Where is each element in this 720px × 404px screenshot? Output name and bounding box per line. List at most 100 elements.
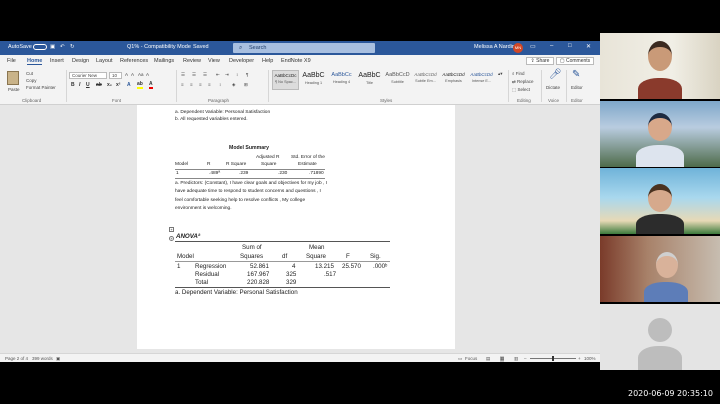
grow-font-icon[interactable]: A <box>125 72 128 77</box>
autosave-toggle[interactable] <box>31 44 47 50</box>
shrink-font-icon[interactable]: A <box>131 72 134 77</box>
undo-icon[interactable]: ↶ <box>60 44 65 50</box>
participant-video[interactable] <box>600 236 720 302</box>
style-intense-emphasis[interactable]: AaBbCcDd Intense E... <box>468 70 495 90</box>
show-marks-icon[interactable]: ¶ <box>246 72 248 77</box>
italic-button[interactable]: I <box>79 82 80 88</box>
redo-icon[interactable]: ↻ <box>70 44 75 50</box>
document-page[interactable]: a. Dependent Variable: Personal Satisfac… <box>137 105 455 349</box>
increase-indent-icon[interactable]: ⇥ <box>225 72 229 78</box>
align-left-icon[interactable]: ≡ <box>181 82 184 87</box>
document-area[interactable]: a. Dependent Variable: Personal Satisfac… <box>0 105 600 353</box>
replace-button[interactable]: ⇄ Replace <box>512 79 534 85</box>
table-add-row-icon[interactable]: + <box>169 236 174 241</box>
bold-button[interactable]: B <box>71 82 75 88</box>
style-subtle-emphasis[interactable]: AaBbCcDd Subtle Em... <box>412 70 439 90</box>
proofing-icon[interactable]: ▣ <box>56 356 60 362</box>
multilevel-icon[interactable]: ☰ <box>203 72 207 78</box>
select-button[interactable]: ⬚ Select <box>512 87 530 93</box>
text-effects-icon[interactable]: A <box>127 82 131 88</box>
subscript-button[interactable]: x₂ <box>107 82 112 88</box>
close-icon[interactable]: ✕ <box>586 43 591 50</box>
justify-icon[interactable]: ≡ <box>208 82 211 87</box>
borders-icon[interactable]: ⊞ <box>244 82 248 88</box>
tab-insert[interactable]: Insert <box>50 58 64 64</box>
focus-icon[interactable]: ▭ <box>458 356 462 362</box>
tab-design[interactable]: Design <box>72 58 89 64</box>
decrease-indent-icon[interactable]: ⇤ <box>216 72 220 78</box>
replace-label: Replace <box>517 79 534 84</box>
paste-label[interactable]: Paste <box>8 87 20 92</box>
tab-file[interactable]: File <box>7 58 16 64</box>
print-layout-icon[interactable]: ▦ <box>500 356 505 362</box>
clear-format-icon[interactable]: A <box>146 72 149 77</box>
tab-help[interactable]: Help <box>262 58 273 64</box>
dictate-button[interactable]: Dictate <box>546 85 560 90</box>
numbering-icon[interactable]: ☰ <box>192 72 196 78</box>
change-case-icon[interactable]: Aa <box>138 72 144 77</box>
line-spacing-icon[interactable]: ↕ <box>219 82 221 87</box>
participant-placeholder[interactable] <box>600 304 720 370</box>
shading-icon[interactable]: ◈ <box>232 82 235 88</box>
share-label: Share <box>536 58 550 64</box>
focus-button[interactable]: Focus <box>465 356 477 361</box>
tab-layout[interactable]: Layout <box>96 58 113 64</box>
zoom-slider-thumb[interactable] <box>552 356 554 361</box>
editor-icon[interactable]: ✎ <box>572 69 580 80</box>
align-right-icon[interactable]: ≡ <box>199 82 202 87</box>
style-heading-1[interactable]: AaBbC Heading 1 <box>300 70 327 90</box>
highlight-icon[interactable]: ab <box>137 82 143 89</box>
font-color-icon[interactable]: A <box>149 82 153 89</box>
font-group-label: Font <box>112 98 122 103</box>
anova-title: ANOVAª <box>176 233 201 240</box>
underline-button[interactable]: U <box>86 82 90 88</box>
tab-mailings[interactable]: Mailings <box>154 58 174 64</box>
search-input[interactable]: ⌕ Search <box>233 43 375 53</box>
save-icon[interactable]: ▣ <box>50 44 55 50</box>
style-subtitle[interactable]: AaBbCcD Subtitle <box>384 70 411 90</box>
style-no-spacing[interactable]: AaBbCcDc ¶ No Spac... <box>272 70 299 90</box>
word-count[interactable]: 399 words <box>32 356 53 361</box>
page-indicator[interactable]: Page 2 of 4 <box>5 356 28 361</box>
microphone-icon[interactable]: 🎤︎ <box>549 69 562 80</box>
editor-button[interactable]: Editor <box>571 85 583 90</box>
zoom-out-icon[interactable]: – <box>524 356 527 361</box>
style-emphasis[interactable]: AaBbCcDd Emphasis <box>440 70 467 90</box>
table-move-handle[interactable]: + <box>169 227 174 232</box>
avatar[interactable]: MN <box>513 43 523 53</box>
participant-video[interactable] <box>600 168 720 234</box>
copy-button[interactable]: Copy <box>26 78 37 83</box>
read-mode-icon[interactable]: ▤ <box>486 356 490 362</box>
style-title[interactable]: AaBbC Title <box>356 70 383 90</box>
participant-video[interactable] <box>600 33 720 99</box>
format-painter-button[interactable]: Format Painter <box>26 85 56 90</box>
style-heading-4[interactable]: AaBbCc Heading 4 <box>328 70 355 90</box>
ribbon-display-icon[interactable]: ▭ <box>530 43 536 50</box>
tab-references[interactable]: References <box>120 58 148 64</box>
styles-scroll-icon[interactable]: ▴▾ <box>498 71 503 77</box>
tab-developer[interactable]: Developer <box>229 58 254 64</box>
align-center-icon[interactable]: ≡ <box>190 82 193 87</box>
tab-view[interactable]: View <box>208 58 220 64</box>
sort-icon[interactable]: ↕ <box>236 72 238 77</box>
bullets-icon[interactable]: ☰ <box>181 72 185 78</box>
participant-video[interactable] <box>600 101 720 167</box>
tab-endnote[interactable]: EndNote X9 <box>281 58 311 64</box>
font-name-select[interactable]: Courier New <box>69 72 107 79</box>
strikethrough-button[interactable]: ab <box>96 82 102 88</box>
minimize-icon[interactable]: – <box>550 43 553 49</box>
tab-home[interactable]: Home <box>27 58 43 65</box>
comments-button[interactable]: ▢ Comments <box>556 57 594 65</box>
paste-icon[interactable] <box>7 71 19 85</box>
share-button[interactable]: ⇪ Share <box>526 57 554 65</box>
cut-button[interactable]: Cut <box>26 71 33 76</box>
find-button[interactable]: ⌕ Find <box>512 71 525 76</box>
zoom-level[interactable]: 100% <box>584 356 596 361</box>
superscript-button[interactable]: x² <box>116 82 120 88</box>
font-size-select[interactable]: 10 <box>109 72 122 79</box>
tab-review[interactable]: Review <box>183 58 201 64</box>
user-name[interactable]: Melissa A Nardin <box>474 44 515 50</box>
maximize-icon[interactable]: □ <box>568 43 572 49</box>
zoom-in-icon[interactable]: + <box>578 356 581 361</box>
web-layout-icon[interactable]: ▥ <box>514 356 518 362</box>
